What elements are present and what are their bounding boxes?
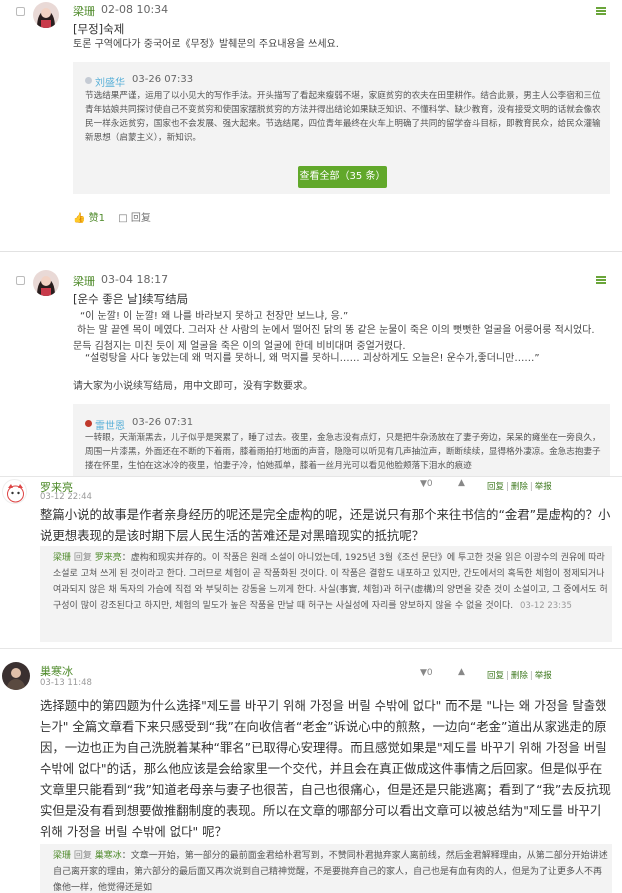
comment-author[interactable]: 巢寒冰 xyxy=(40,663,73,679)
quote-time: 03-26 07:33 xyxy=(132,74,194,85)
vote-count: 0 xyxy=(426,479,433,489)
select-checkbox[interactable] xyxy=(16,7,25,16)
reply-verb: 回复 xyxy=(73,553,92,563)
avatar xyxy=(2,479,27,504)
post-instruction: 请大家为小说续写结局，用中文即可，没有字数要求。 xyxy=(73,381,313,392)
user-icon xyxy=(85,77,92,84)
quote-author[interactable]: 刘盛华 xyxy=(95,74,125,89)
quote-box: 雷世恩 03-26 07:31 一转眼，天渐渐黑去，儿子似乎是哭累了，睡了过去。… xyxy=(73,404,610,476)
post-title: [무정]숙제 xyxy=(73,22,125,36)
reply-link[interactable]: 回复 xyxy=(487,671,504,681)
thumb-up-icon[interactable]: ▲ xyxy=(458,478,465,488)
reply-link[interactable]: 回复 xyxy=(487,482,504,492)
view-all-button[interactable]: 查看全部（35 条） xyxy=(298,166,387,188)
delete-link[interactable]: 删除 xyxy=(511,482,528,492)
reply-button[interactable]: 回复 xyxy=(131,213,151,224)
comment-ops: 回复 | 删除 | 举报 xyxy=(487,482,552,492)
select-checkbox[interactable] xyxy=(16,276,25,285)
reply-content: 梁珊 回复 罗来亮：虚构和现实并存的。이 작품은 원래 소설이 아니었는데, 1… xyxy=(53,550,608,614)
menu-icon[interactable] xyxy=(596,7,606,15)
thumb-down-icon[interactable]: ▼0 xyxy=(420,668,433,678)
user-icon xyxy=(85,420,92,427)
comment: 巢寒冰 03-13 11:48 ▼0 ▲ 回复 | 删除 | 举报 选择题中的第四题为什… xyxy=(0,648,622,893)
thumb-up-icon[interactable]: ▲ xyxy=(458,667,465,677)
comment-text: 选择题中的第四题为什么选择"제도를 바꾸기 위해 가정을 버릴 수밖에 없다" … xyxy=(40,698,611,839)
post-author[interactable]: 梁珊 xyxy=(73,3,95,19)
reply-from[interactable]: 梁珊 xyxy=(53,851,71,861)
like-icon[interactable]: 👍 xyxy=(73,213,85,224)
avatar xyxy=(33,2,59,28)
quote-author[interactable]: 雷世恩 xyxy=(95,417,125,432)
reply-text: ：文章一开始，第一部分的最前面金君给朴君写到，不赞同朴君抛弃家人离前线，然后金君… xyxy=(53,851,608,893)
actions-bar: 👍 赞1 □ 回复 xyxy=(73,209,151,224)
post-line: “설렁탕을 사다 놓았는데 왜 먹지를 못하니, 왜 먹지를 못하니…… 괴상하… xyxy=(85,353,540,364)
reply-to[interactable]: 罗来亮 xyxy=(95,553,122,563)
quote-time: 03-26 07:31 xyxy=(132,417,194,428)
thumb-down-icon[interactable]: ▼0 xyxy=(420,479,433,489)
post-time: 03-04 18:17 xyxy=(101,273,169,286)
comment-text: 整篇小说的故事是作者亲身经历的呢还是完全虚构的呢，还是说只有那个来往书信的“金君… xyxy=(40,507,611,543)
comment-time: 03-13 11:48 xyxy=(40,678,92,688)
divider xyxy=(0,648,622,649)
avatar xyxy=(2,662,30,690)
reply-icon[interactable]: □ xyxy=(118,213,127,224)
divider xyxy=(0,476,622,477)
reply-verb: 回复 xyxy=(73,851,92,861)
delete-link[interactable]: 删除 xyxy=(511,671,528,681)
post-time: 02-08 10:34 xyxy=(101,3,169,16)
comment-time: 03-12 22:44 xyxy=(40,492,92,502)
reply-box: 梁珊 回复 罗来亮：虚构和现实并存的。이 작품은 원래 소설이 아니었는데, 1… xyxy=(40,546,612,642)
divider xyxy=(0,251,622,252)
quote-text: 一转眼，天渐渐黑去，儿子似乎是哭累了，睡了过去。夜里，金急志没有点灯，只是把牛杂… xyxy=(85,433,601,471)
vote-count: 0 xyxy=(426,668,433,678)
reply-to[interactable]: 巢寒冰 xyxy=(95,851,122,861)
quote-box: 刘盛华 03-26 07:33 节选结果严谨，运用了以小见大的写作手法。开头描写… xyxy=(73,62,610,194)
reply-box: 梁珊 回复 巢寒冰：文章一开始，第一部分的最前面金君给朴君写到，不赞同朴君抛弃家… xyxy=(40,844,612,893)
avatar xyxy=(33,270,59,296)
post-title: [운수 좋은 날]续写结局 xyxy=(73,292,189,306)
post-content: 토론 구역에다가 중국어로《무정》발췌문의 주요내용을 쓰세요. xyxy=(73,39,339,50)
comment: 罗来亮 03-12 22:44 ▼0 ▲ 回复 | 删除 | 举报 整篇小说的故事是作者… xyxy=(0,476,622,648)
comment-ops: 回复 | 删除 | 举报 xyxy=(487,671,552,681)
reply-from[interactable]: 梁珊 xyxy=(53,553,71,563)
menu-icon[interactable] xyxy=(596,276,606,284)
reply-time: 03-12 23:35 xyxy=(519,601,572,611)
report-link[interactable]: 举报 xyxy=(535,482,552,492)
quote-text: 节选结果严谨，运用了以小见大的写作手法。开头描写了看起来瘦弱不堪，家庭贫穷的农夫… xyxy=(85,91,601,143)
like-button[interactable]: 赞1 xyxy=(89,213,105,224)
post-author[interactable]: 梁珊 xyxy=(73,273,95,289)
reply-content: 梁珊 回复 巢寒冰：文章一开始，第一部分的最前面金君给朴君写到，不赞同朴君抛弃家… xyxy=(53,848,608,893)
report-link[interactable]: 举报 xyxy=(535,671,552,681)
